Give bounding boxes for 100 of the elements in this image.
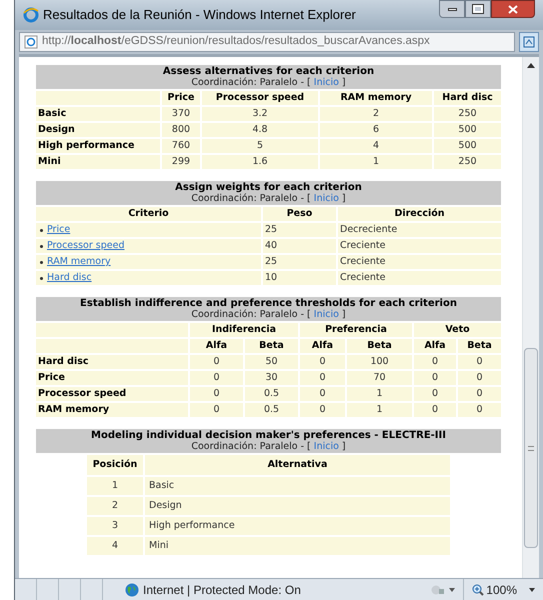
- table-cell: 760: [162, 139, 200, 153]
- section-title: Modeling individual decision maker's preferences - ELECTRE-III: [91, 430, 446, 441]
- table-cell: 500: [434, 123, 501, 137]
- table-cell: 40: [263, 239, 336, 253]
- zoom-button[interactable]: 100%: [468, 580, 521, 598]
- table-cell: 250: [434, 107, 501, 121]
- section-subtitle: Coordinación: Paralelo - [ Inicio ]: [191, 309, 346, 320]
- table-cell: 0: [190, 387, 243, 401]
- table-cell: 5: [202, 139, 318, 153]
- column-header: Alternativa: [145, 455, 450, 475]
- row-header: High performance: [36, 139, 160, 153]
- table-cell: 0: [190, 403, 243, 417]
- table-cell: 0: [190, 371, 243, 385]
- column-header: Alfa: [414, 339, 456, 353]
- home-link[interactable]: Inicio: [314, 441, 339, 452]
- group-header: Veto: [414, 323, 501, 337]
- table-cell: 0: [458, 355, 501, 369]
- table-cell: 800: [162, 123, 200, 137]
- table-cell: Decreciente: [338, 223, 501, 237]
- row-header: Hard disc: [36, 355, 188, 369]
- section-title: Assess alternatives for each criterion: [162, 66, 374, 77]
- section-subtitle: Coordinación: Paralelo - [ Inicio ]: [191, 77, 346, 88]
- dropdown-icon[interactable]: [529, 588, 535, 592]
- home-link[interactable]: Inicio: [314, 77, 339, 88]
- table-cell: 1.6: [202, 155, 318, 169]
- table-cell: 0: [414, 371, 456, 385]
- browser-logo-icon: [23, 7, 39, 23]
- column-header: Processor speed: [202, 91, 318, 105]
- section-title: Establish indifference and preference thresholds for each criterion: [80, 298, 457, 309]
- row-header: Price: [36, 371, 188, 385]
- url-text: http://localhost/eGDSS/reunion/resultados/resultados_buscarAvances.aspx: [42, 34, 430, 50]
- table-cell: 6: [320, 123, 432, 137]
- column-header: Alfa: [190, 339, 243, 353]
- table-cell: 30: [245, 371, 298, 385]
- column-header: Criterio: [36, 207, 261, 221]
- globe-icon: [125, 582, 139, 596]
- section-title: Assign weights for each criterion: [175, 182, 362, 193]
- table-cell: 4: [87, 537, 143, 555]
- column-header: Alfa: [300, 339, 345, 353]
- home-link[interactable]: Inicio: [314, 309, 339, 320]
- table-cell: 1: [87, 477, 143, 495]
- table-cell: Mini: [145, 537, 450, 555]
- column-header: Hard disc: [434, 91, 501, 105]
- maximize-button[interactable]: [465, 0, 491, 18]
- table-cell: 0: [414, 403, 456, 417]
- scroll-up-icon[interactable]: [527, 63, 535, 68]
- table-cell: 25: [263, 255, 336, 269]
- scrollbar-thumb[interactable]: [524, 348, 538, 548]
- compatibility-button[interactable]: [519, 32, 539, 52]
- column-header: Posición: [87, 455, 143, 475]
- table-cell: 3.2: [202, 107, 318, 121]
- table-cell: Creciente: [338, 239, 501, 253]
- table-cell: 25: [263, 223, 336, 237]
- table-cell: 1: [347, 387, 412, 401]
- page-view-icon: [523, 36, 535, 48]
- column-header: Beta: [347, 339, 412, 353]
- table-cell: 0.5: [245, 387, 298, 401]
- minimize-button[interactable]: [439, 0, 465, 18]
- bullet-icon: [40, 276, 43, 280]
- table-cell: 4.8: [202, 123, 318, 137]
- table-cell: 2: [320, 107, 432, 121]
- table-cell: 0: [300, 371, 345, 385]
- page-icon: [24, 35, 38, 49]
- lock-icon: [431, 584, 446, 596]
- table-cell: High performance: [145, 517, 450, 535]
- security-zone-text: Internet | Protected Mode: On: [143, 582, 301, 598]
- table-cell: Basic: [145, 477, 450, 495]
- table-cell: 0: [458, 371, 501, 385]
- table-cell: Design: [145, 497, 450, 515]
- section-subtitle: Coordinación: Paralelo - [ Inicio ]: [191, 441, 346, 452]
- column-header: Beta: [245, 339, 298, 353]
- table-cell: 0: [414, 387, 456, 401]
- table-cell: 0.5: [245, 403, 298, 417]
- bullet-icon: [40, 260, 43, 264]
- window-title: Resultados de la Reunión - Windows Internet Explorer: [43, 6, 356, 24]
- table-cell: 370: [162, 107, 200, 121]
- table-cell: 50: [245, 355, 298, 369]
- criterion-link[interactable]: Hard disc: [47, 272, 92, 284]
- scrollbar[interactable]: [522, 57, 539, 578]
- column-header: Price: [162, 91, 200, 105]
- caret-icon: [449, 588, 456, 592]
- criterion-link[interactable]: Price: [47, 224, 70, 236]
- bullet-icon: [40, 228, 43, 232]
- row-header: Basic: [36, 107, 160, 121]
- group-header: Indiferencia: [190, 323, 298, 337]
- column-header: RAM memory: [320, 91, 432, 105]
- column-header: Dirección: [338, 207, 501, 221]
- close-icon: [508, 4, 518, 14]
- row-header: Design: [36, 123, 160, 137]
- table-cell: Creciente: [338, 255, 501, 269]
- close-button[interactable]: [491, 0, 535, 18]
- address-field[interactable]: http://localhost/eGDSS/reunion/resultados/resultados_buscarAvances.aspx: [19, 32, 515, 52]
- table-cell: 1: [320, 155, 432, 169]
- table-cell: 0: [414, 355, 456, 369]
- column-header: Beta: [458, 339, 501, 353]
- zoom-icon: [472, 584, 484, 596]
- table-cell: 0: [300, 387, 345, 401]
- table-cell: 1: [347, 403, 412, 417]
- home-link[interactable]: Inicio: [314, 193, 339, 204]
- table-cell: 250: [434, 155, 501, 169]
